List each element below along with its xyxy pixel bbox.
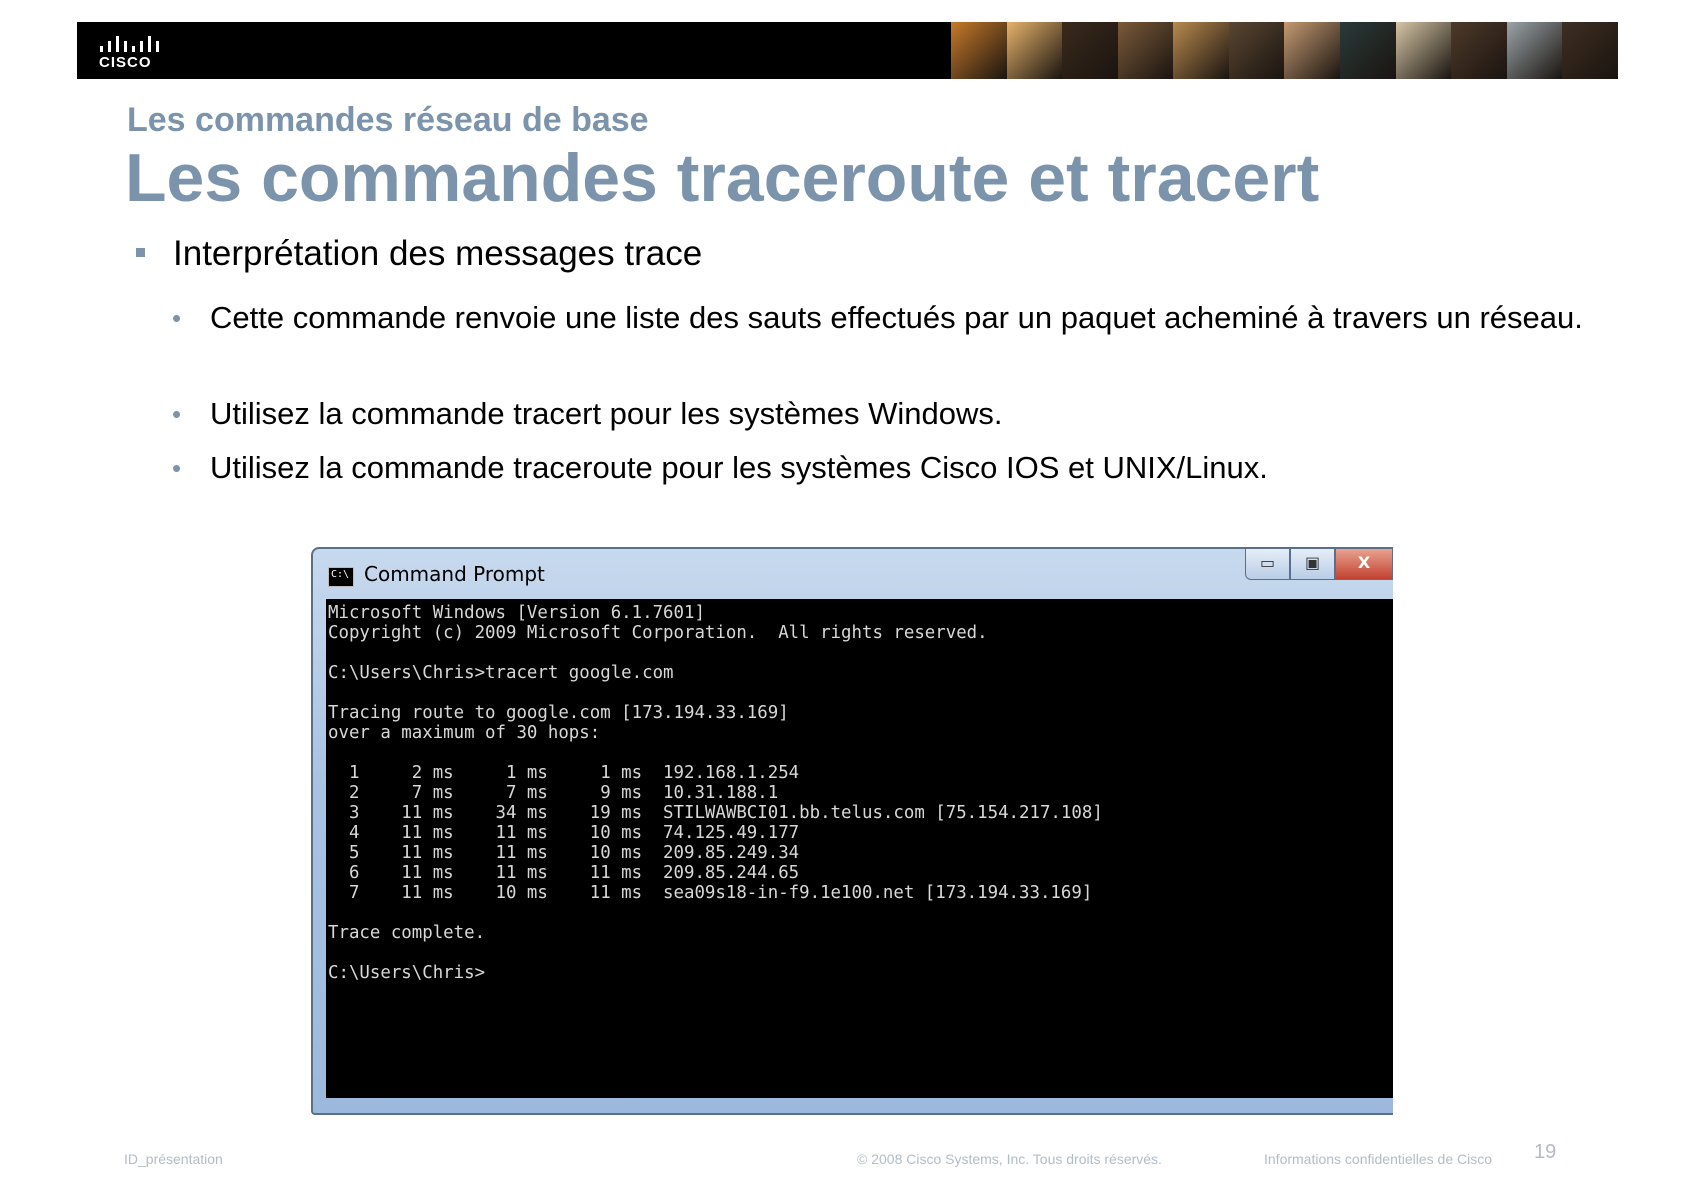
bullet-level2-text: Utilisez la commande traceroute pour les… (210, 450, 1268, 485)
window-titlebar[interactable]: C:\ Command Prompt ▭ ▣ X (313, 549, 1393, 599)
header-photo (1506, 22, 1563, 79)
header-photo (1451, 22, 1507, 79)
footer-confidential: Informations confidentielles de Cisco (1264, 1151, 1493, 1167)
slide-title: Les commandes traceroute et tracert (125, 140, 1320, 216)
command-prompt-window[interactable]: C:\ Command Prompt ▭ ▣ X Microsoft Windo… (311, 547, 1393, 1115)
header-photo (1062, 22, 1118, 79)
bullet-level2-text: Utilisez la commande tracert pour les sy… (210, 396, 1003, 431)
close-button[interactable]: X (1335, 549, 1393, 580)
header-photo (1340, 22, 1396, 79)
dot-bullet-icon: • (172, 303, 182, 333)
cisco-logo-text: CISCO (99, 54, 152, 71)
window-controls: ▭ ▣ X (1245, 549, 1393, 581)
command-prompt-icon[interactable]: C:\ (328, 567, 354, 587)
slide-subtitle: Les commandes réseau de base (127, 101, 649, 139)
square-bullet-icon (136, 248, 145, 257)
console-output: Microsoft Windows [Version 6.1.7601] Cop… (328, 603, 1103, 983)
command-prompt-icon-glyph: C:\ (331, 569, 350, 580)
minimize-button[interactable]: ▭ (1245, 549, 1290, 580)
window-title: Command Prompt (364, 562, 545, 586)
footer-presentation-id: ID_présentation (124, 1151, 223, 1167)
maximize-button[interactable]: ▣ (1290, 549, 1335, 580)
console-area[interactable]: Microsoft Windows [Version 6.1.7601] Cop… (326, 599, 1393, 1098)
header-photo (1228, 22, 1285, 79)
header-photo (1395, 22, 1452, 79)
bullet-level1-text: Interprétation des messages trace (173, 234, 703, 273)
header-banner: CISCO (77, 22, 1618, 79)
header-photo (1284, 22, 1341, 79)
header-photo-strip (951, 22, 1618, 79)
header-photo (1117, 22, 1174, 79)
dot-bullet-icon: • (172, 453, 182, 483)
footer-copyright: © 2008 Cisco Systems, Inc. Tous droits r… (857, 1151, 1162, 1167)
cisco-logo-bars-icon (100, 36, 160, 52)
header-photo (1006, 22, 1063, 79)
header-photo (951, 22, 1007, 79)
header-photo (1562, 22, 1618, 79)
page-number: 19 (1534, 1141, 1557, 1163)
header-photo (1173, 22, 1229, 79)
cisco-logo: CISCO (97, 32, 167, 72)
bullet-level2-text: Cette commande renvoie une liste des sau… (210, 300, 1583, 335)
dot-bullet-icon: • (172, 399, 182, 429)
